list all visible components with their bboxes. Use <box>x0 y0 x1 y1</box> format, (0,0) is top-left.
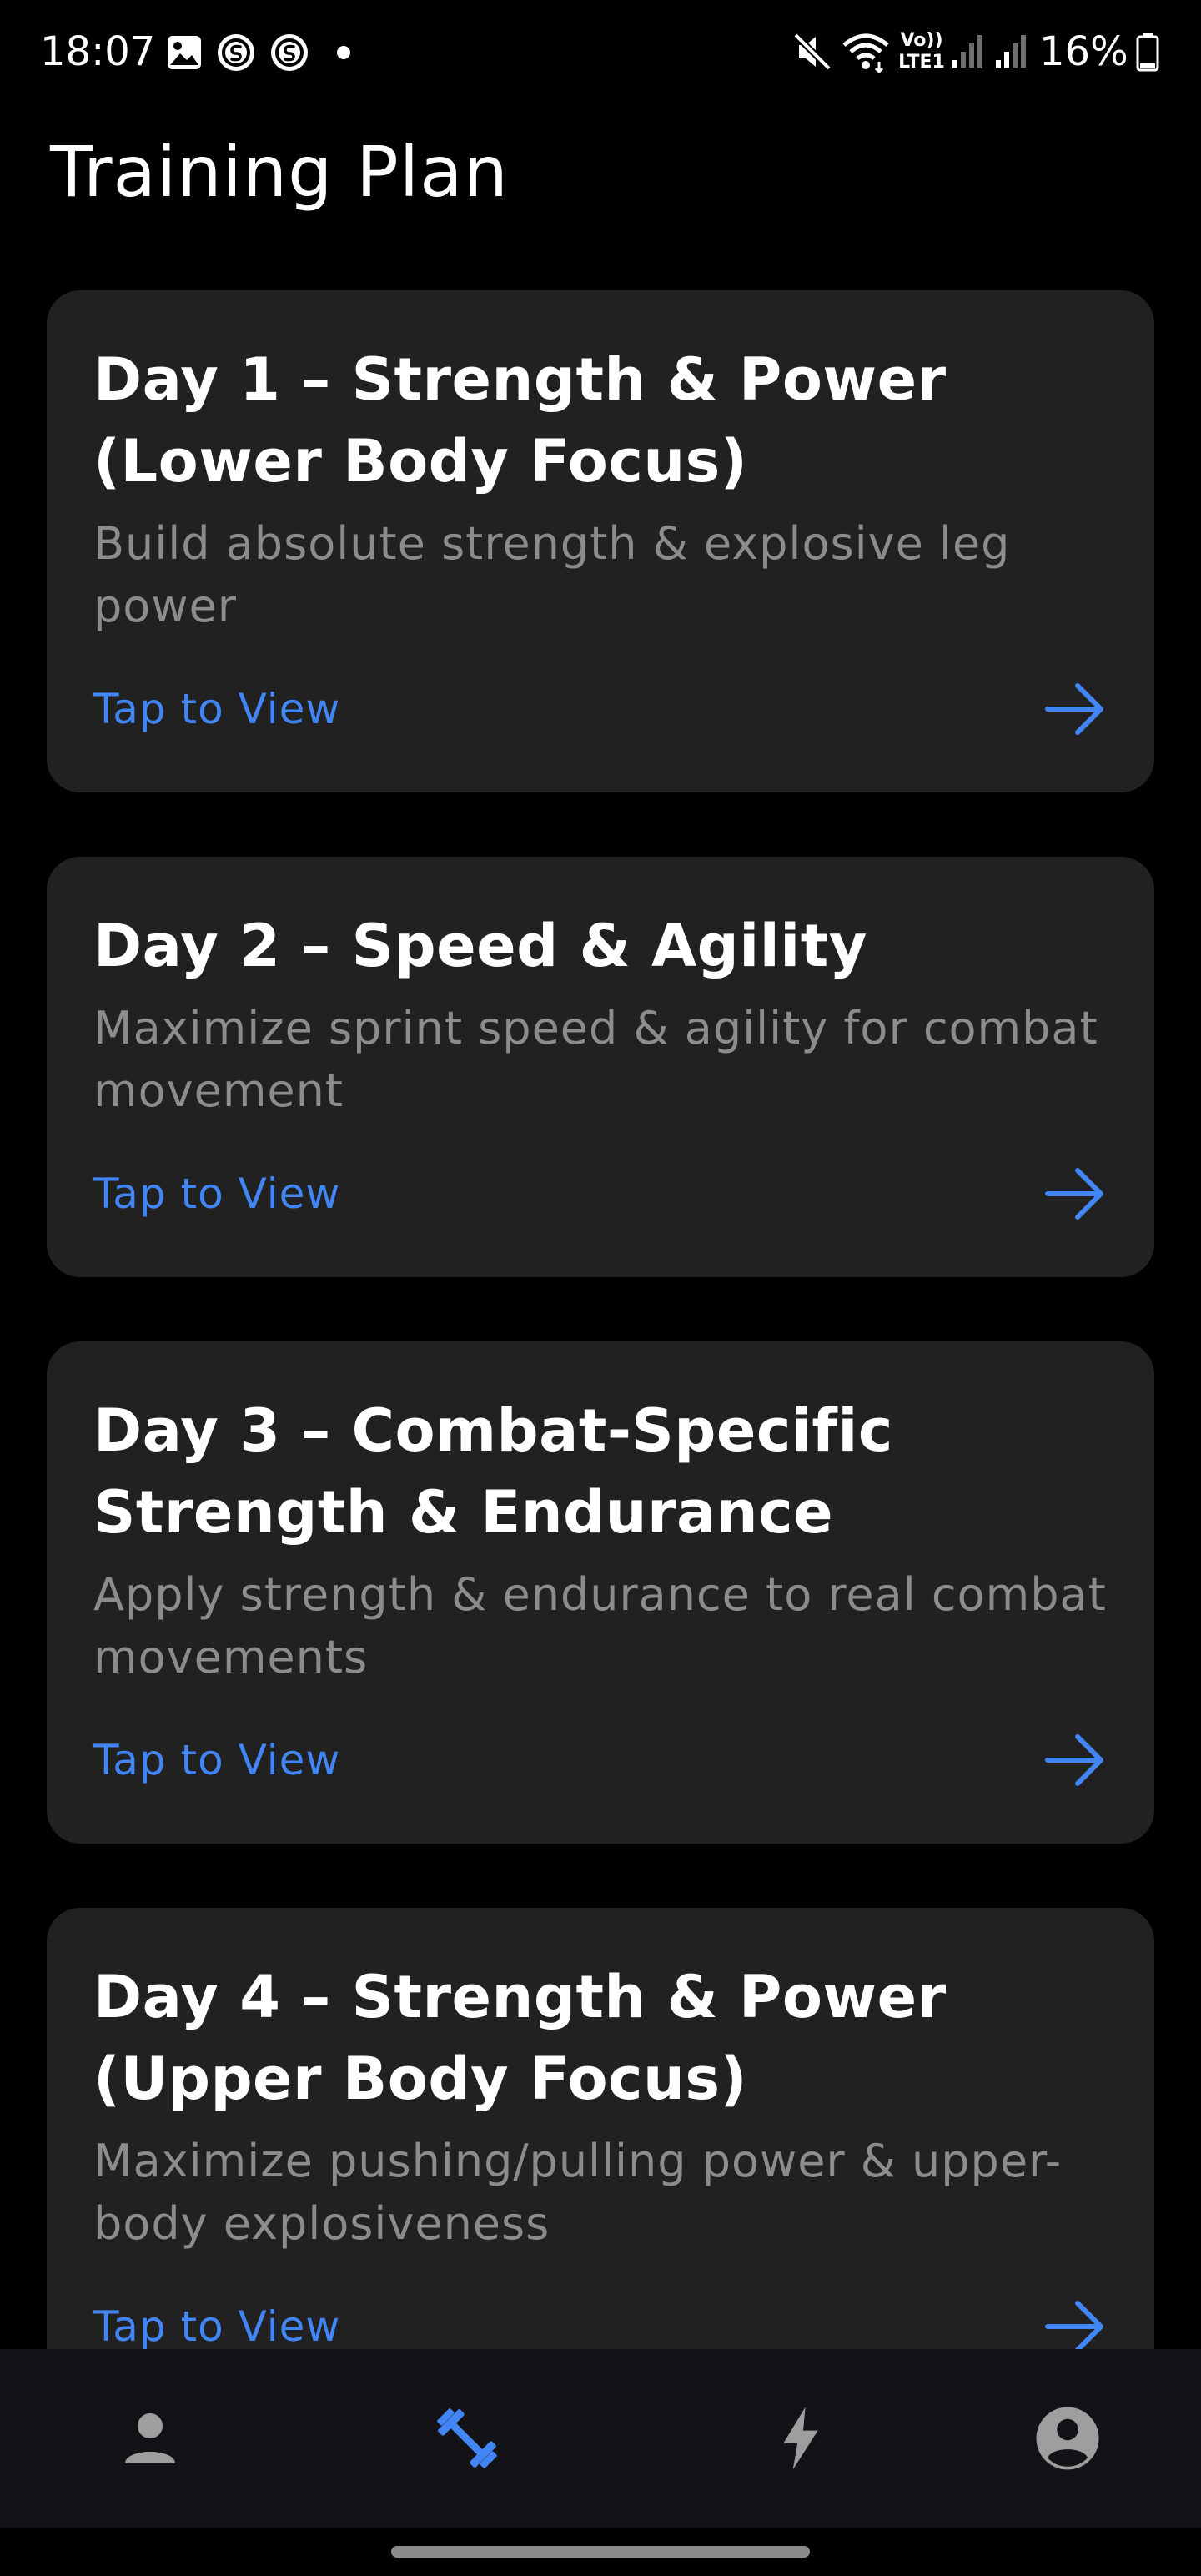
nav-item-lightning[interactable] <box>651 2349 951 2528</box>
status-bar: 18:07 Vo)) LTE1 16% <box>0 0 1201 103</box>
card-title: Day 1 – Strength & Power (Lower Body Foc… <box>93 345 947 496</box>
training-plan-list[interactable]: Day 1 – Strength & Power (Lower Body Foc… <box>0 250 1201 2349</box>
bottom-navigation <box>0 2349 1201 2528</box>
tap-to-view-link[interactable]: Tap to View <box>93 2300 340 2349</box>
battery-icon <box>1136 33 1159 72</box>
card-description: Maximize sprint speed & agility for comb… <box>93 1002 1098 1117</box>
account-circle-icon <box>1036 2407 1099 2470</box>
card-title: Day 4 – Strength & Power (Upper Body Foc… <box>93 1963 947 2113</box>
wifi-icon <box>842 33 889 74</box>
arrow-right-icon[interactable] <box>1038 1723 1113 1798</box>
card-description: Build absolute strength & explosive leg … <box>93 517 1011 632</box>
status-time: 18:07 <box>40 28 156 75</box>
training-day-card[interactable]: Day 2 – Speed & Agility Maximize sprint … <box>47 857 1154 1277</box>
arrow-right-icon[interactable] <box>1038 2289 1113 2349</box>
signal-icon <box>952 35 982 68</box>
card-description: Apply strength & endurance to real comba… <box>93 1568 1107 1683</box>
card-description: Maximize pushing/pulling power & upper-b… <box>93 2135 1063 2250</box>
arrow-right-icon[interactable] <box>1038 672 1113 747</box>
dot-icon <box>337 46 350 59</box>
page-title: Training Plan <box>50 131 509 213</box>
tap-to-view-link[interactable]: Tap to View <box>93 1167 340 1220</box>
training-day-card[interactable]: Day 3 – Combat-Specific Strength & Endur… <box>47 1341 1154 1844</box>
dumbbell-icon <box>437 2408 497 2468</box>
volte-label-top: Vo)) <box>900 30 943 51</box>
training-day-card[interactable]: Day 4 – Strength & Power (Upper Body Foc… <box>47 1908 1154 2349</box>
nav-item-person[interactable] <box>0 2349 300 2528</box>
mute-icon <box>793 33 832 71</box>
volte-label-bottom: LTE1 <box>898 52 945 73</box>
card-title: Day 3 – Combat-Specific Strength & Endur… <box>93 1396 893 1547</box>
home-indicator[interactable] <box>391 2546 810 2558</box>
person-icon <box>125 2413 175 2463</box>
training-day-card[interactable]: Day 1 – Strength & Power (Lower Body Foc… <box>47 290 1154 792</box>
card-title: Day 2 – Speed & Agility <box>93 912 867 980</box>
arrow-right-icon[interactable] <box>1038 1156 1113 1231</box>
s-app-icon <box>218 34 254 71</box>
battery-percentage: 16% <box>1039 28 1128 75</box>
tap-to-view-link[interactable]: Tap to View <box>93 682 340 736</box>
signal-icon <box>996 35 1026 68</box>
nav-item-training[interactable] <box>317 2349 617 2528</box>
nav-item-account[interactable] <box>917 2349 1201 2528</box>
tap-to-view-link[interactable]: Tap to View <box>93 1733 340 1787</box>
lightning-icon <box>783 2407 818 2470</box>
s-app-icon <box>271 34 308 71</box>
volte-icon: Vo)) LTE1 <box>896 30 947 75</box>
gallery-icon <box>168 36 201 69</box>
